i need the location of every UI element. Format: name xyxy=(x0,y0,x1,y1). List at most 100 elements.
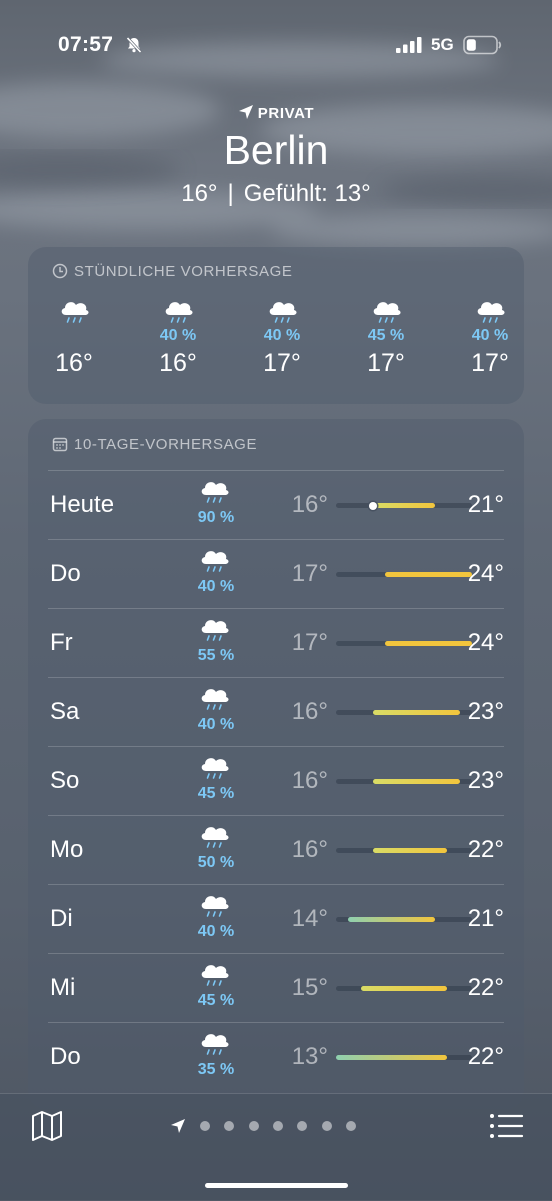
daily-precip: 40 % xyxy=(197,923,235,940)
rain-cloud-icon xyxy=(198,891,232,921)
daily-precip: 45 % xyxy=(197,785,235,802)
daily-row[interactable]: Heute 90 % 16° 21° xyxy=(48,470,504,539)
list-icon[interactable] xyxy=(487,1109,525,1143)
page-dot[interactable] xyxy=(321,1121,332,1131)
hourly-temp: 16° xyxy=(159,349,197,377)
daily-row[interactable]: Di 40 % 14° 21° xyxy=(48,884,504,953)
daily-precip: 35 % xyxy=(197,1061,235,1078)
daily-row[interactable]: Do 35 % 13° 22° xyxy=(48,1022,504,1091)
city-name: Berlin xyxy=(223,127,329,173)
rain-cloud-icon xyxy=(370,297,404,327)
status-bar: 07:57 5G xyxy=(0,30,552,60)
current-conditions: 16° | Gefühlt: 13° xyxy=(0,180,552,208)
temp-range-bar xyxy=(336,1055,448,1060)
hourly-forecast-card[interactable]: STÜNDLICHE VORHERSAGE 16° 40 % 16° 40 % 17° 4… xyxy=(28,247,524,404)
page-dot[interactable] xyxy=(224,1121,235,1131)
daily-forecast-card[interactable]: 10-TAGE-VORHERSAGE Heute 90 % 16° 21° Do 40 %… xyxy=(28,419,524,1109)
battery-icon xyxy=(463,35,502,55)
rain-cloud-icon xyxy=(198,753,232,783)
day-label: Mi xyxy=(50,974,76,1001)
day-label: Mo xyxy=(50,836,84,863)
rain-cloud-icon xyxy=(198,546,232,576)
high-temp: 22° xyxy=(467,974,504,1001)
page-dot[interactable] xyxy=(200,1121,210,1131)
rain-cloud-icon xyxy=(198,822,232,852)
home-indicator xyxy=(205,1183,348,1188)
hourly-item: 40 % 17° xyxy=(250,297,314,387)
daily-precip: 45 % xyxy=(197,992,235,1009)
temp-range-track xyxy=(336,917,472,922)
hourly-temp: 16° xyxy=(55,349,93,377)
day-label: So xyxy=(50,767,80,794)
daily-row[interactable]: Sa 40 % 16° 23° xyxy=(48,677,504,746)
temp-range-track xyxy=(336,710,472,715)
location-label-text: PRIVAT xyxy=(257,105,315,122)
hourly-precip: 40 % xyxy=(263,327,301,344)
clock-icon xyxy=(52,263,68,279)
rain-cloud-icon xyxy=(58,297,92,327)
low-temp: 16° xyxy=(291,836,328,863)
map-icon[interactable] xyxy=(30,1109,64,1143)
daily-row[interactable]: Mi 45 % 15° 22° xyxy=(48,953,504,1022)
temp-range-bar xyxy=(360,986,448,991)
daily-row[interactable]: Fr 55 % 17° 24° xyxy=(48,608,504,677)
day-label: Di xyxy=(50,905,73,932)
page-dot[interactable] xyxy=(345,1121,356,1131)
status-time: 07:57 xyxy=(58,33,114,56)
high-temp: 21° xyxy=(467,491,504,518)
temp-range-bar xyxy=(385,572,472,577)
location-arrow-icon xyxy=(238,105,253,119)
rain-cloud-icon xyxy=(474,297,508,327)
low-temp: 17° xyxy=(291,560,328,587)
daily-row[interactable]: Do 40 % 17° 24° xyxy=(48,539,504,608)
high-temp: 22° xyxy=(467,1043,504,1070)
low-temp: 14° xyxy=(291,905,328,932)
low-temp: 16° xyxy=(291,698,328,725)
day-label: Heute xyxy=(50,491,115,518)
rain-cloud-icon xyxy=(198,960,232,990)
temp-range-track xyxy=(336,641,472,646)
rain-cloud-icon xyxy=(198,1029,232,1059)
temp-range-track xyxy=(336,986,472,991)
temp-range-track xyxy=(336,572,472,577)
hourly-temp: 17° xyxy=(471,349,509,377)
high-temp: 24° xyxy=(467,629,504,656)
hourly-item: 40 % 16° xyxy=(146,297,210,387)
hourly-forecast-title-text: STÜNDLICHE VORHERSAGE xyxy=(74,263,293,280)
high-temp: 23° xyxy=(467,698,504,725)
temp-range-bar xyxy=(385,641,472,646)
daily-precip: 55 % xyxy=(197,647,235,664)
network-type: 5G xyxy=(431,35,454,54)
temp-range-track xyxy=(336,501,472,510)
page-dot[interactable] xyxy=(297,1121,308,1131)
temp-range-track xyxy=(336,779,472,784)
high-temp: 22° xyxy=(467,836,504,863)
low-temp: 16° xyxy=(291,767,328,794)
daily-precip: 50 % xyxy=(197,854,235,871)
day-label: Sa xyxy=(50,698,80,725)
low-temp: 17° xyxy=(291,629,328,656)
bell-slash-icon xyxy=(126,36,142,54)
rain-cloud-icon xyxy=(198,615,232,645)
low-temp: 16° xyxy=(291,491,328,518)
temp-range-bar xyxy=(373,779,460,784)
current-temp-marker xyxy=(369,501,378,510)
signal-icon xyxy=(396,37,422,53)
hourly-temp: 17° xyxy=(367,349,405,377)
hourly-item: 45 % 17° xyxy=(354,297,418,387)
rain-cloud-icon xyxy=(266,297,300,327)
hourly-item: 40 % 17° xyxy=(458,297,522,387)
daily-row[interactable]: Mo 50 % 16° 22° xyxy=(48,815,504,884)
page-dot[interactable] xyxy=(272,1121,283,1131)
temp-range-bar xyxy=(373,503,435,508)
daily-row[interactable]: So 45 % 16° 23° xyxy=(48,746,504,815)
hourly-precip: 40 % xyxy=(159,327,197,344)
high-temp: 23° xyxy=(467,767,504,794)
page-dot[interactable] xyxy=(248,1121,259,1131)
low-temp: 15° xyxy=(291,974,328,1001)
daily-precip: 40 % xyxy=(197,578,235,595)
bottom-toolbar xyxy=(0,1093,552,1201)
daily-forecast-title: 10-TAGE-VORHERSAGE xyxy=(52,436,257,453)
calendar-icon xyxy=(52,437,68,452)
temp-range-track xyxy=(336,848,472,853)
